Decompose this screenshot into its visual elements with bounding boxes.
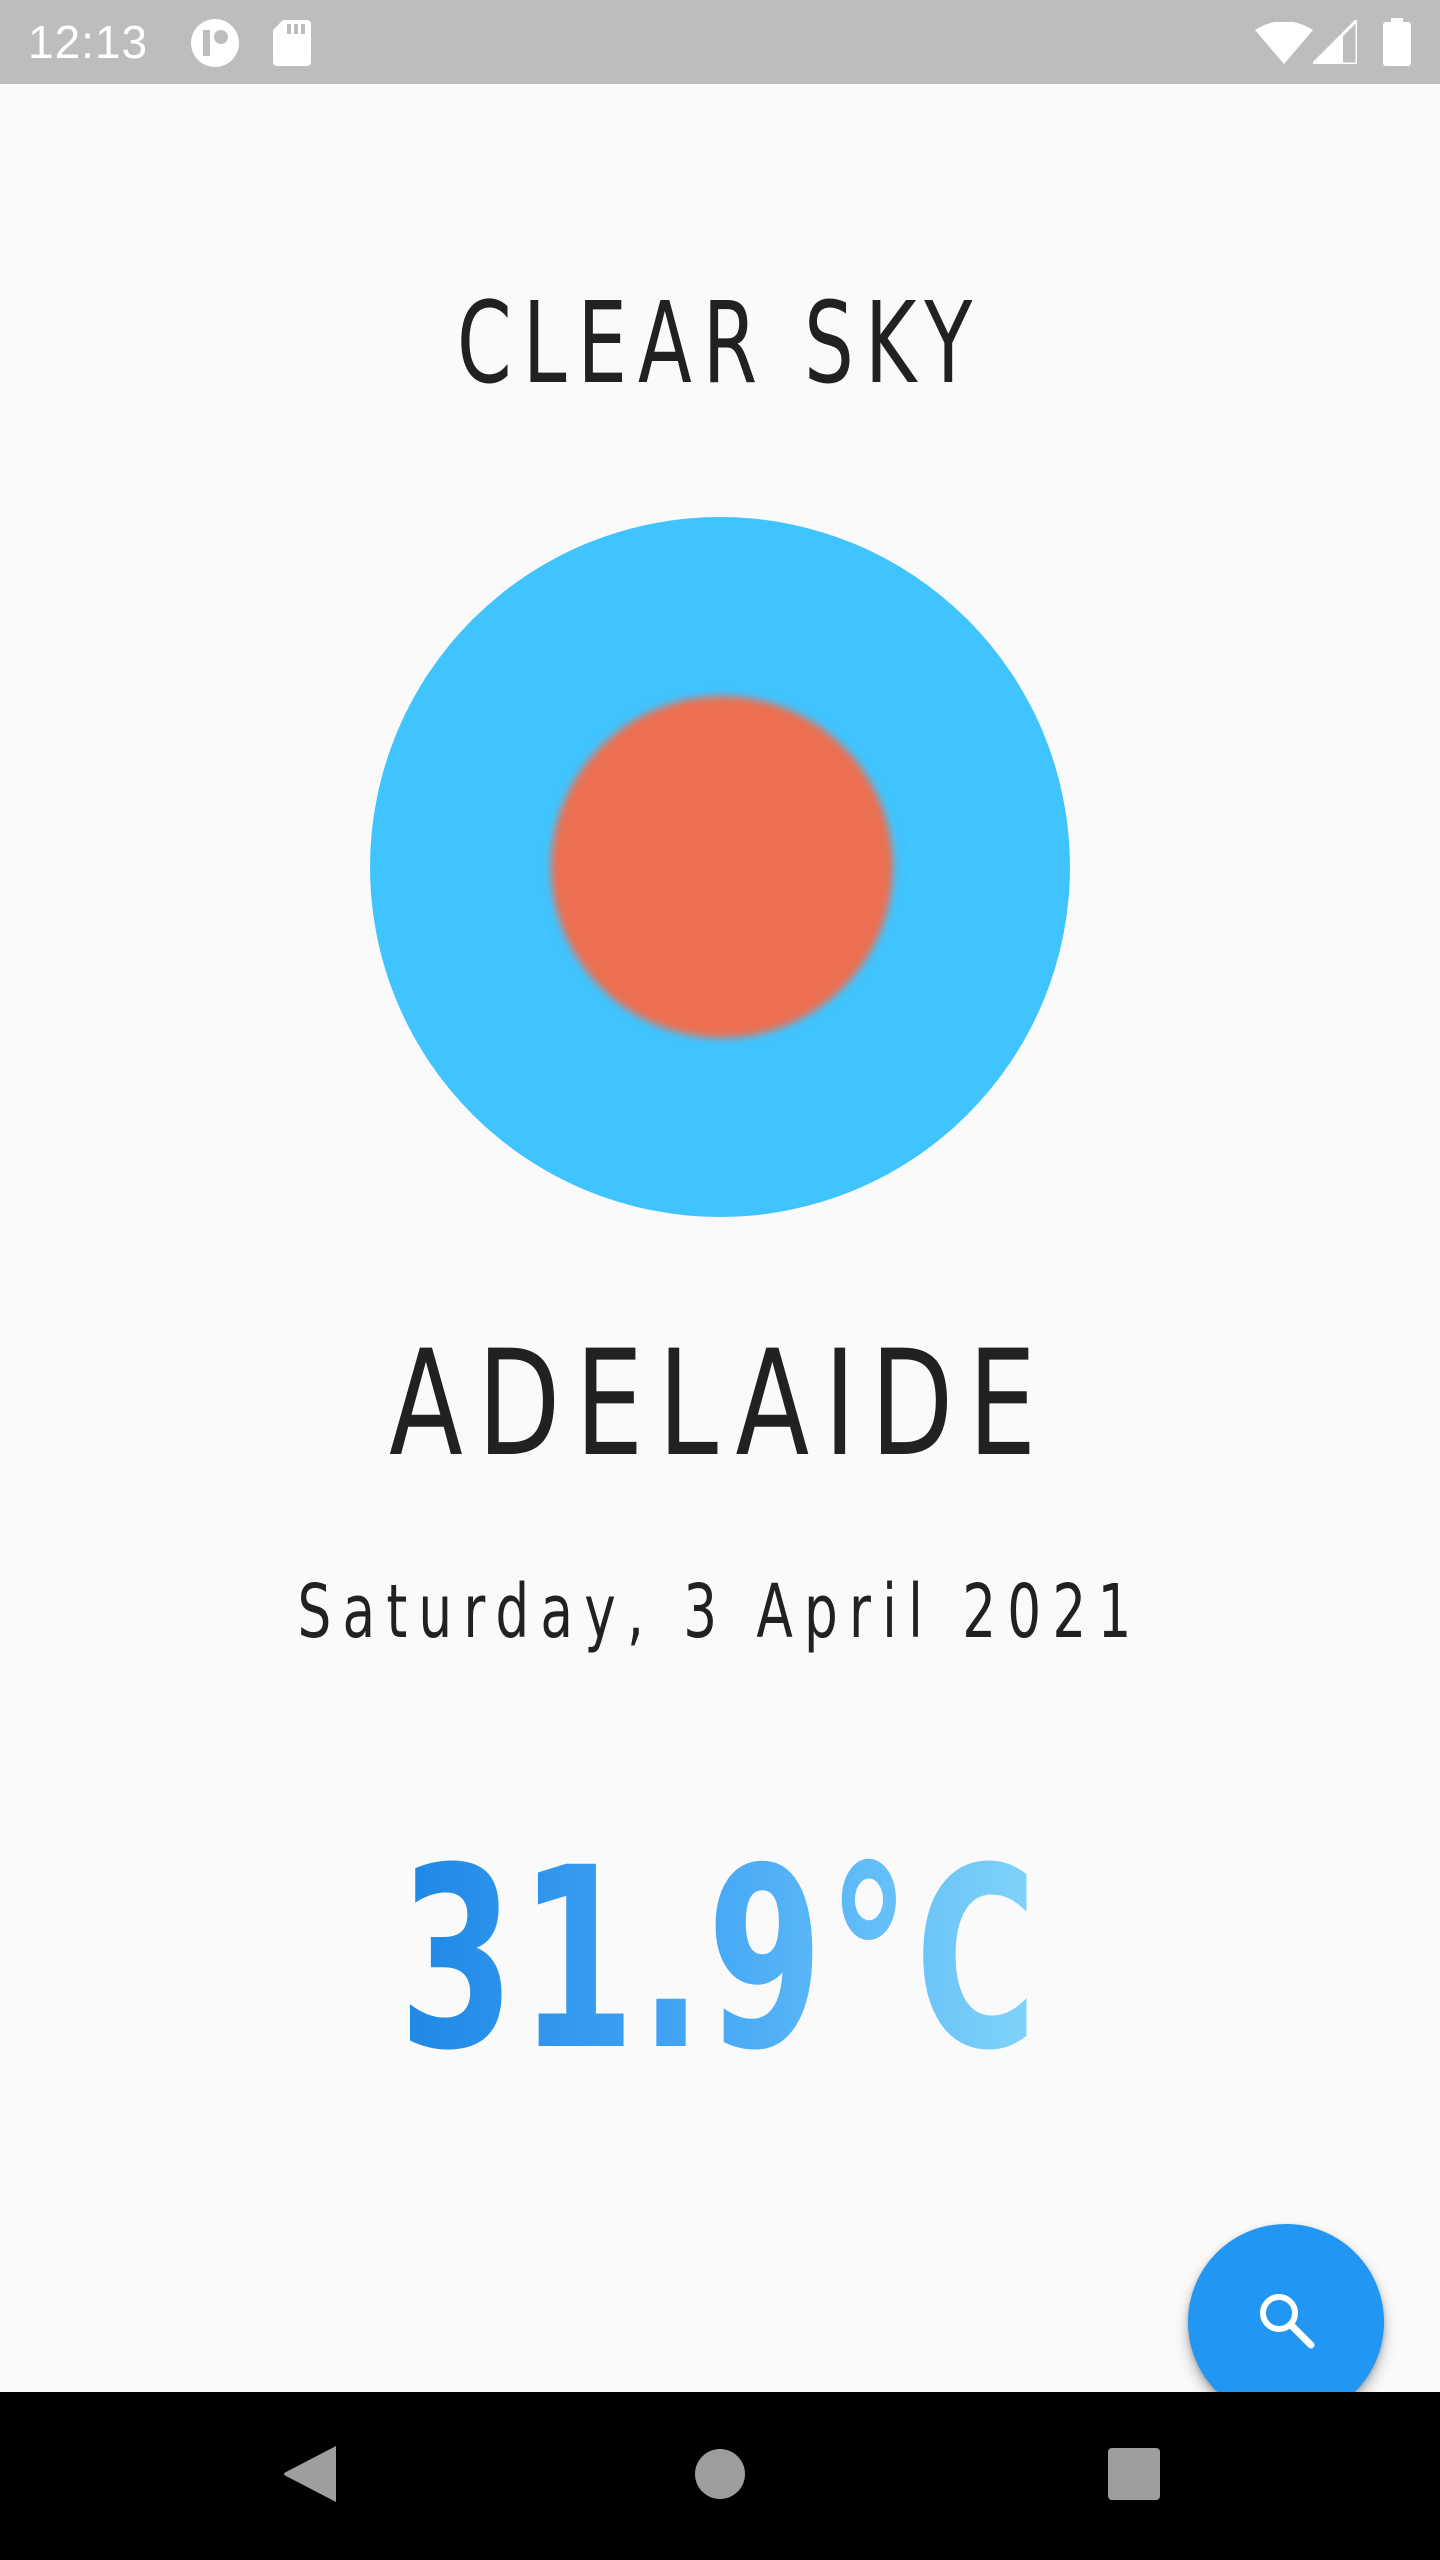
cell-signal-icon: [1309, 16, 1359, 68]
search-button[interactable]: [1188, 2224, 1384, 2420]
city-name: ADELAIDE: [389, 1319, 1051, 1489]
recents-button[interactable]: [1074, 2416, 1194, 2536]
weather-screen: CLEAR SKY ADELAIDE Saturday, 3 April 202…: [0, 84, 1440, 2420]
status-bar: 12:13: [0, 0, 1440, 84]
clear-sky-icon: [370, 517, 1070, 1217]
temperature-container: 31.9°C: [0, 1800, 1440, 2120]
weather-condition: CLEAR SKY: [456, 279, 984, 409]
search-icon: [1253, 2287, 1319, 2357]
sd-card-icon: [273, 20, 311, 70]
home-button[interactable]: [660, 2416, 780, 2536]
recents-icon: [1107, 2447, 1161, 2505]
sun-circle: [551, 696, 893, 1038]
current-date: Saturday, 3 April 2021: [297, 1569, 1143, 1655]
wifi-icon: [1255, 21, 1313, 68]
back-icon: [282, 2444, 338, 2508]
app-notification-icon: [190, 18, 240, 72]
navigation-bar: [0, 2392, 1440, 2560]
back-button[interactable]: [250, 2416, 370, 2536]
battery-icon: [1383, 18, 1411, 70]
home-icon: [694, 2448, 746, 2504]
temperature: 31.9°C: [399, 1800, 1042, 2120]
status-time: 12:13: [28, 16, 149, 68]
